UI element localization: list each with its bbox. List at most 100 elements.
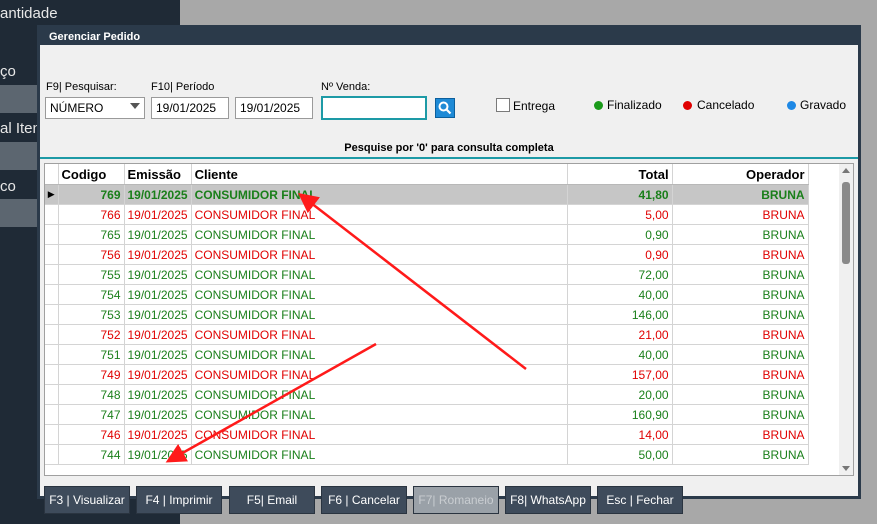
cell-cliente: CONSUMIDOR FINAL [191,444,568,465]
table-row[interactable]: 752 19/01/2025 CONSUMIDOR FINAL 21,00 BRUNA [45,324,809,345]
search-hint: Pesquise por '0' para consulta completa [344,142,554,154]
column-header-operador[interactable]: Operador [672,164,809,185]
table-row[interactable]: 756 19/01/2025 CONSUMIDOR FINAL 0,90 BRUNA [45,244,809,265]
row-indicator [45,304,59,325]
cell-emissao: 19/01/2025 [124,224,192,245]
row-indicator [45,404,59,425]
period-from-input[interactable]: 19/01/2025 [151,97,229,119]
background-highlight-strip [0,199,38,227]
table-row[interactable]: 748 19/01/2025 CONSUMIDOR FINAL 20,00 BRUNA [45,384,809,405]
orders-grid[interactable]: Codigo Emissão Cliente Total Operador ▶ 7… [44,163,854,476]
row-indicator [45,384,59,405]
venda-label: Nº Venda: [321,81,371,93]
cell-total: 14,00 [567,424,673,445]
cell-emissao: 19/01/2025 [124,184,192,205]
scroll-up-icon[interactable] [842,168,850,173]
cell-codigo: 751 [58,344,125,365]
row-indicator [45,284,59,305]
cell-cliente: CONSUMIDOR FINAL [191,224,568,245]
cell-emissao: 19/01/2025 [124,284,192,305]
cell-cliente: CONSUMIDOR FINAL [191,304,568,325]
venda-input[interactable] [321,96,427,120]
row-indicator [45,224,59,245]
table-row[interactable]: 754 19/01/2025 CONSUMIDOR FINAL 40,00 BRUNA [45,284,809,305]
cell-emissao: 19/01/2025 [124,424,192,445]
scrollbar-thumb[interactable] [842,182,850,264]
table-row[interactable]: ▶ 769 19/01/2025 CONSUMIDOR FINAL 41,80 BRUNA [45,184,809,205]
cell-cliente: CONSUMIDOR FINAL [191,364,568,385]
cell-emissao: 19/01/2025 [124,204,192,225]
table-row[interactable]: 766 19/01/2025 CONSUMIDOR FINAL 5,00 BRUNA [45,204,809,225]
cell-total: 72,00 [567,264,673,285]
cell-emissao: 19/01/2025 [124,404,192,425]
fechar-button[interactable]: Esc | Fechar [597,486,683,514]
cell-operador: BRUNA [672,424,809,445]
table-row[interactable]: 755 19/01/2025 CONSUMIDOR FINAL 72,00 BRUNA [45,264,809,285]
cell-codigo: 752 [58,324,125,345]
cell-emissao: 19/01/2025 [124,344,192,365]
cell-codigo: 747 [58,404,125,425]
dialog-content: F9| Pesquisar: NÚMERO F10| Período 19/01… [40,45,858,514]
cell-codigo: 748 [58,384,125,405]
cell-operador: BRUNA [672,204,809,225]
cell-operador: BRUNA [672,304,809,325]
scroll-down-icon[interactable] [842,466,850,471]
cancelar-button[interactable]: F6 | Cancelar [321,486,407,514]
cell-operador: BRUNA [672,244,809,265]
visualizar-button[interactable]: F3 | Visualizar [44,486,130,514]
row-indicator-header [45,164,59,185]
cell-operador: BRUNA [672,344,809,365]
period-label: F10| Período [151,81,215,93]
background-menu-item: ço [0,63,16,80]
cell-operador: BRUNA [672,184,809,205]
row-indicator: ▶ [45,184,59,205]
cell-cliente: CONSUMIDOR FINAL [191,384,568,405]
table-row[interactable]: 765 19/01/2025 CONSUMIDOR FINAL 0,90 BRUNA [45,224,809,245]
background-menu-item: antidade [0,5,58,22]
column-header-total[interactable]: Total [567,164,673,185]
orders-table: Codigo Emissão Cliente Total Operador ▶ 7… [45,164,809,465]
search-type-value: NÚMERO [50,101,104,115]
table-row[interactable]: 744 19/01/2025 CONSUMIDOR FINAL 50,00 BRUNA [45,444,809,465]
imprimir-button[interactable]: F4 | Imprimir [136,486,222,514]
cell-operador: BRUNA [672,384,809,405]
table-row[interactable]: 753 19/01/2025 CONSUMIDOR FINAL 146,00 BRUNA [45,304,809,325]
period-to-input[interactable]: 19/01/2025 [235,97,313,119]
cell-cliente: CONSUMIDOR FINAL [191,184,568,205]
table-row[interactable]: 746 19/01/2025 CONSUMIDOR FINAL 14,00 BRUNA [45,424,809,445]
legend-cancelado: Cancelado [697,98,755,112]
search-button[interactable] [435,98,455,118]
cell-codigo: 766 [58,204,125,225]
cell-total: 0,90 [567,244,673,265]
table-row[interactable]: 751 19/01/2025 CONSUMIDOR FINAL 40,00 BRUNA [45,344,809,365]
cell-cliente: CONSUMIDOR FINAL [191,424,568,445]
cell-codigo: 769 [58,184,125,205]
cell-emissao: 19/01/2025 [124,364,192,385]
dialog-title: Gerenciar Pedido [49,31,141,43]
row-indicator [45,244,59,265]
romaneio-button[interactable]: F7| Romaneio [413,486,499,514]
column-header-cliente[interactable]: Cliente [191,164,568,185]
table-row[interactable]: 749 19/01/2025 CONSUMIDOR FINAL 157,00 BRUNA [45,364,809,385]
column-header-emissao[interactable]: Emissão [124,164,192,185]
cell-total: 146,00 [567,304,673,325]
column-header-codigo[interactable]: Codigo [58,164,125,185]
row-indicator [45,444,59,465]
background-menu-item: co [0,178,16,195]
cell-codigo: 765 [58,224,125,245]
cell-codigo: 755 [58,264,125,285]
table-header-row: Codigo Emissão Cliente Total Operador [45,164,809,185]
cell-codigo: 746 [58,424,125,445]
cell-cliente: CONSUMIDOR FINAL [191,324,568,345]
cell-emissao: 19/01/2025 [124,444,192,465]
row-indicator [45,324,59,345]
entrega-checkbox[interactable] [496,98,510,112]
email-button[interactable]: F5| Email [229,486,315,514]
table-row[interactable]: 747 19/01/2025 CONSUMIDOR FINAL 160,90 BRUNA [45,404,809,425]
header-separator [40,157,858,159]
row-indicator [45,364,59,385]
whatsapp-button[interactable]: F8| WhatsApp [505,486,591,514]
cell-codigo: 753 [58,304,125,325]
grid-vertical-scrollbar[interactable] [839,164,853,475]
search-type-select[interactable]: NÚMERO [45,97,145,119]
